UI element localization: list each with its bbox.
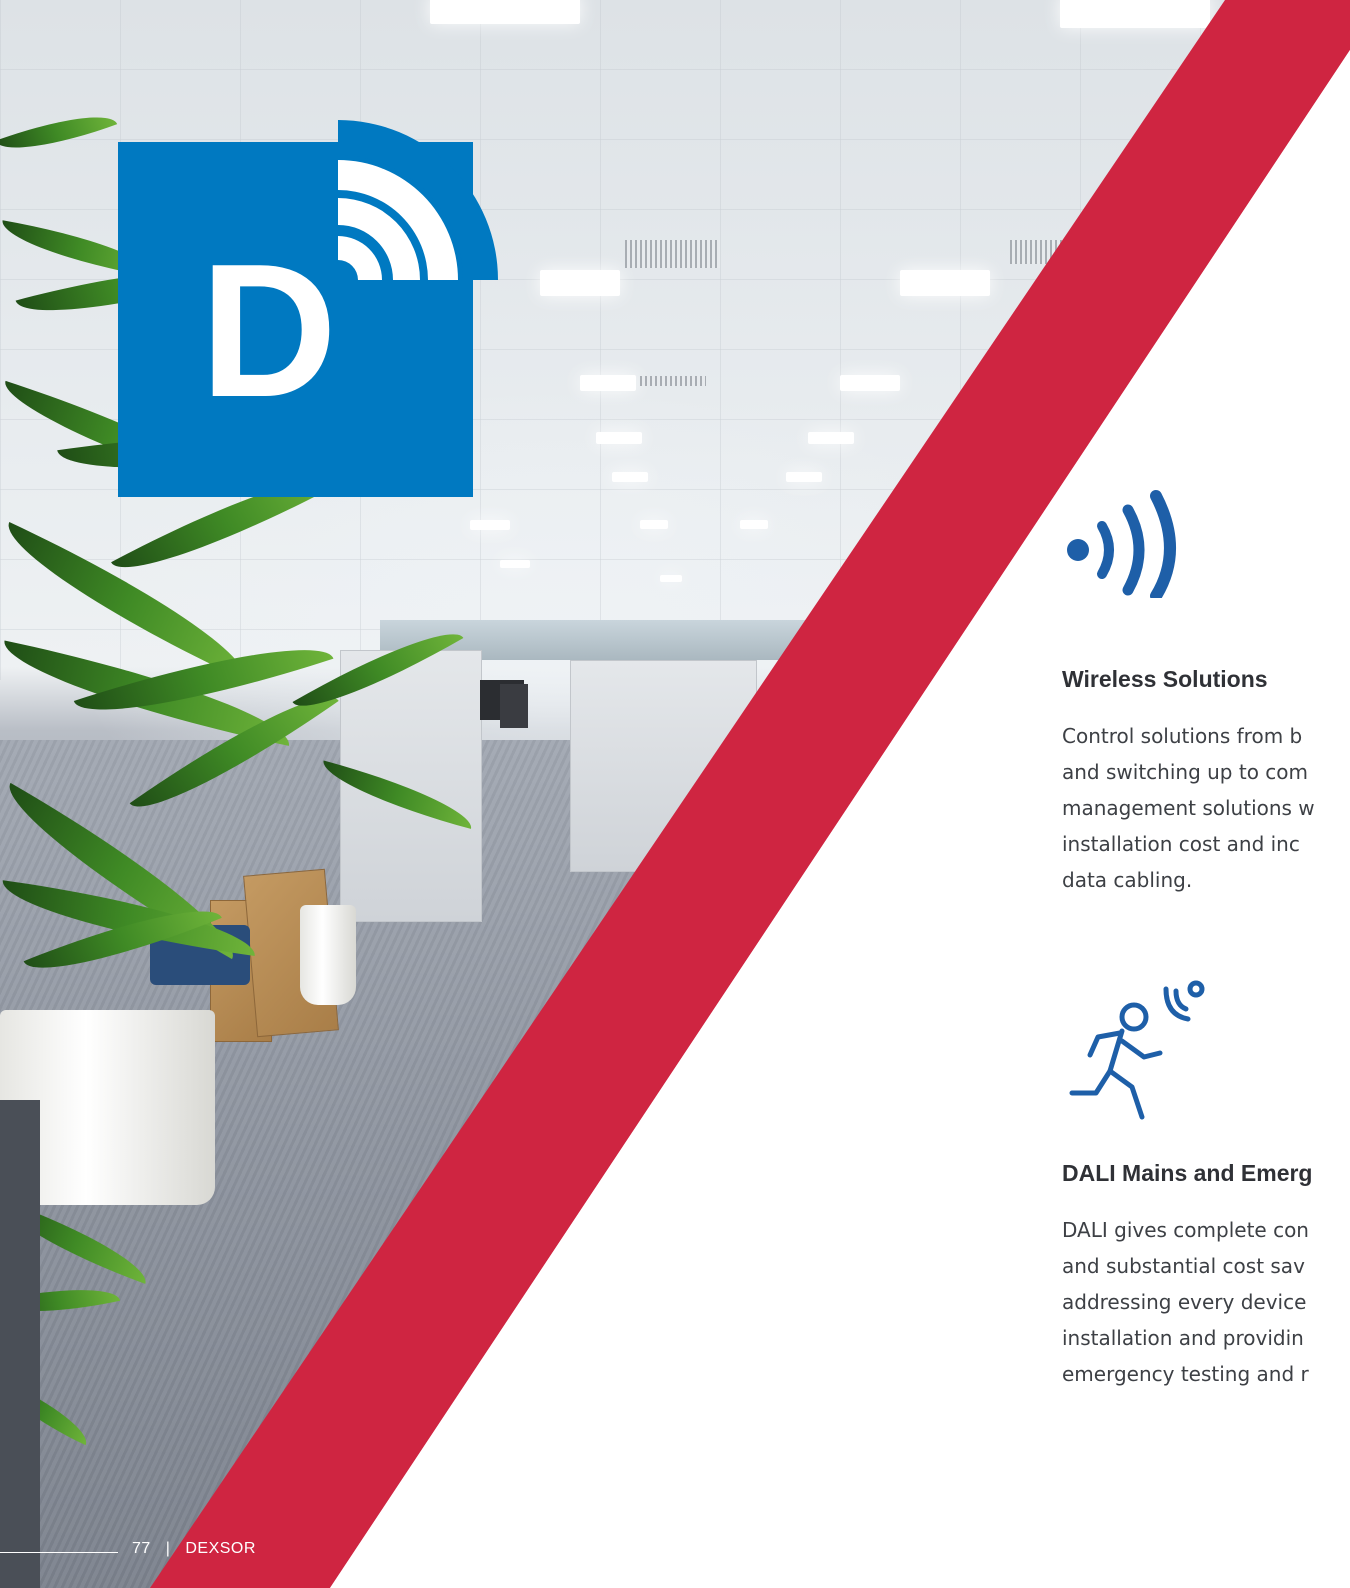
wireless-signal-icon: [1067, 490, 1176, 598]
text-line: DALI gives complete con: [1062, 1218, 1309, 1242]
logo-letter: D: [200, 225, 337, 437]
motion-sensor-person-icon: [1069, 980, 1205, 1120]
ceiling-light: [470, 520, 510, 530]
ceiling-light: [900, 270, 990, 296]
page-number: 77: [132, 1540, 151, 1557]
ceiling-light: [640, 520, 668, 529]
ceiling-light: [540, 270, 620, 296]
feature-text-dali: DALI gives complete con and substantial …: [1062, 1212, 1350, 1392]
ceiling-light: [740, 520, 768, 529]
office-chair: [500, 684, 528, 728]
brochure-page: D 77 | DEXSOR Wireless Solutions Control…: [0, 0, 1350, 1588]
footer-separator: |: [165, 1540, 171, 1557]
ceiling-vent: [625, 240, 720, 268]
footer-rule: [0, 1552, 118, 1553]
white-planter: [300, 905, 356, 1005]
text-line: data cabling.: [1062, 868, 1193, 892]
feature-title-dali: DALI Mains and Emerg: [1062, 1160, 1313, 1186]
text-line: and substantial cost sav: [1062, 1254, 1305, 1278]
footer-brand: DEXSOR: [185, 1540, 256, 1557]
plant-trunk: [0, 1100, 40, 1588]
ceiling-light: [596, 432, 642, 444]
text-line: emergency testing and r: [1062, 1362, 1309, 1386]
feature-text-wireless: Control solutions from b and switching u…: [1062, 718, 1350, 898]
text-line: Control solutions from b: [1062, 724, 1303, 748]
ceiling-light: [612, 472, 648, 482]
text-line: addressing every device: [1062, 1290, 1307, 1314]
text-line: management solutions w: [1062, 796, 1315, 820]
ceiling-light: [660, 575, 682, 582]
dexsor-logo: D: [118, 120, 498, 497]
text-line: installation cost and inc: [1062, 832, 1300, 856]
ceiling-light: [500, 560, 530, 568]
page-footer: 77 | DEXSOR: [132, 1540, 256, 1558]
text-line: installation and providin: [1062, 1326, 1304, 1350]
ceiling-vent: [640, 376, 706, 386]
text-line: and switching up to com: [1062, 760, 1308, 784]
ceiling-light: [786, 472, 822, 482]
ceiling-light: [840, 375, 900, 391]
ceiling-light: [808, 432, 854, 444]
feature-title-wireless: Wireless Solutions: [1062, 666, 1268, 692]
ceiling-light: [580, 375, 636, 391]
ceiling-light: [1060, 0, 1210, 28]
ceiling-light: [430, 0, 580, 24]
